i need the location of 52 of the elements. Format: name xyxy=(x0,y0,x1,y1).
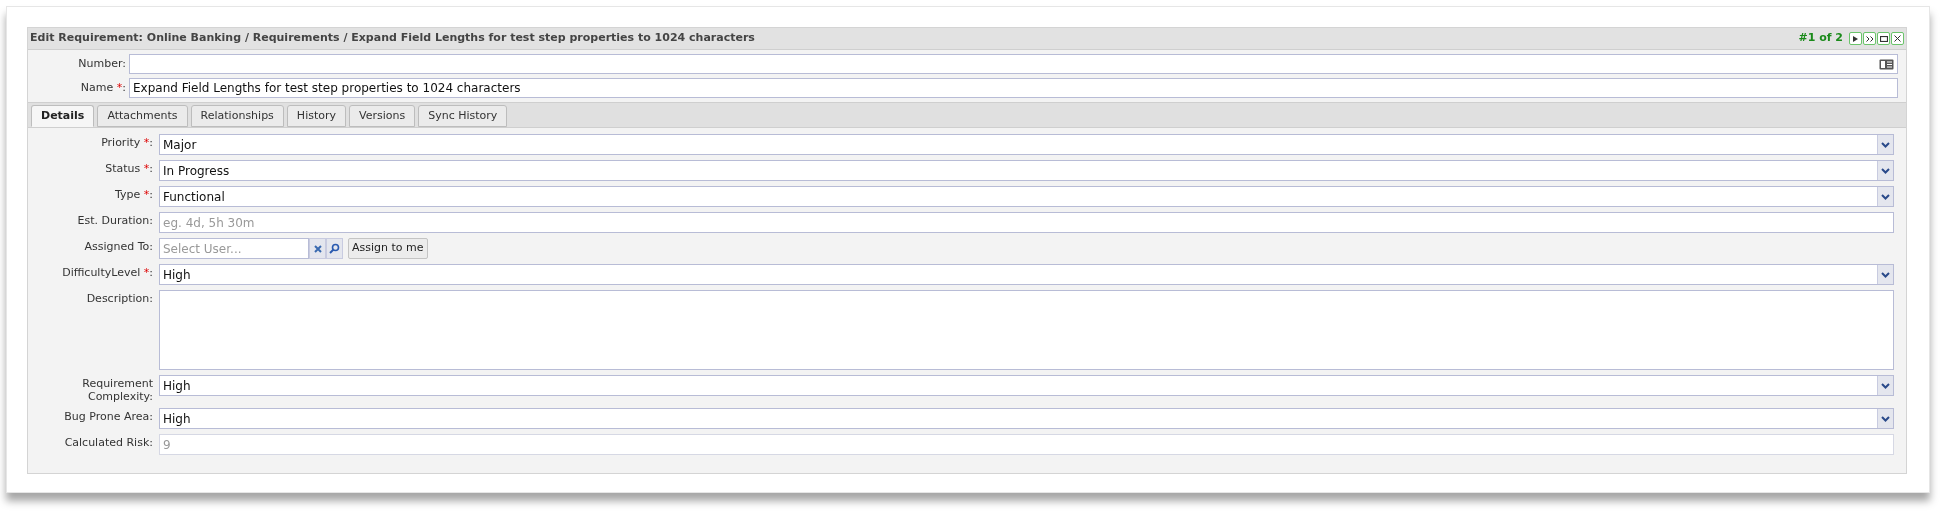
tab[interactable]: Versions xyxy=(349,105,416,127)
close-icon xyxy=(1894,35,1901,42)
dialog-title: Edit Requirement: Online Banking / Requirements / Expand Field Lengths for test step properties to 1024 characters xyxy=(30,30,755,47)
text-field[interactable] xyxy=(129,54,1898,74)
play-icon xyxy=(1853,35,1858,42)
tab[interactable]: Attachments xyxy=(97,105,188,127)
field-label: Type *: xyxy=(114,187,154,201)
chevron-down-icon xyxy=(1881,382,1890,389)
clear-button[interactable] xyxy=(309,238,326,259)
field-label: Status *: xyxy=(104,161,154,175)
double-chevron-icon xyxy=(1865,35,1874,42)
field-label: Description: xyxy=(85,291,154,305)
assign-to-me-button[interactable]: Assign to me xyxy=(348,238,428,259)
chevron-down-icon xyxy=(1881,415,1890,422)
dropdown-field[interactable]: High xyxy=(159,264,1894,285)
tab[interactable]: Details xyxy=(31,105,95,127)
maximize-button[interactable] xyxy=(1877,32,1890,45)
chevron-down-icon xyxy=(1881,167,1890,174)
dropdown-field[interactable]: Major xyxy=(159,134,1894,155)
chevron-down-icon xyxy=(1881,193,1890,200)
description-field[interactable] xyxy=(159,290,1894,370)
search-icon xyxy=(329,243,340,254)
field-label: Priority *: xyxy=(100,135,154,149)
dropdown-field[interactable]: In Progress xyxy=(159,160,1894,181)
chevron-down-icon xyxy=(1881,271,1890,278)
field-label: DifficultyLevel *: xyxy=(61,265,154,279)
close-button[interactable] xyxy=(1891,32,1904,45)
readonly-field: 9 xyxy=(159,434,1894,455)
tab[interactable]: Sync History xyxy=(418,105,508,127)
field-label: Est. Duration: xyxy=(76,213,154,227)
close-icon xyxy=(313,244,322,253)
last-button[interactable] xyxy=(1863,32,1876,45)
duration-field[interactable]: eg. 4d, 5h 30m xyxy=(159,212,1894,233)
field-label: Requirement Complexity: xyxy=(81,376,154,403)
dropdown-field[interactable]: High xyxy=(159,408,1894,429)
record-counter: #1 of 2 xyxy=(1798,30,1843,47)
field-label: Assigned To: xyxy=(83,239,154,253)
text-field[interactable]: Expand Field Lengths for test step properties to 1024 characters xyxy=(129,78,1898,98)
search-button[interactable] xyxy=(326,238,343,259)
tab[interactable]: History xyxy=(286,105,346,127)
user-field[interactable]: Select User... xyxy=(159,238,309,259)
tab[interactable]: Relationships xyxy=(190,105,284,127)
id-card-icon xyxy=(1879,58,1894,70)
field-label: Number: xyxy=(77,56,126,72)
field-label: Bug Prone Area: xyxy=(63,409,154,423)
next-button[interactable] xyxy=(1849,32,1862,45)
dropdown-field[interactable]: High xyxy=(159,375,1894,396)
dropdown-field[interactable]: Functional xyxy=(159,186,1894,207)
chevron-down-icon xyxy=(1881,141,1890,148)
maximize-icon xyxy=(1879,35,1888,42)
field-label: Calculated Risk: xyxy=(63,435,154,449)
field-label: Name *: xyxy=(79,80,126,96)
